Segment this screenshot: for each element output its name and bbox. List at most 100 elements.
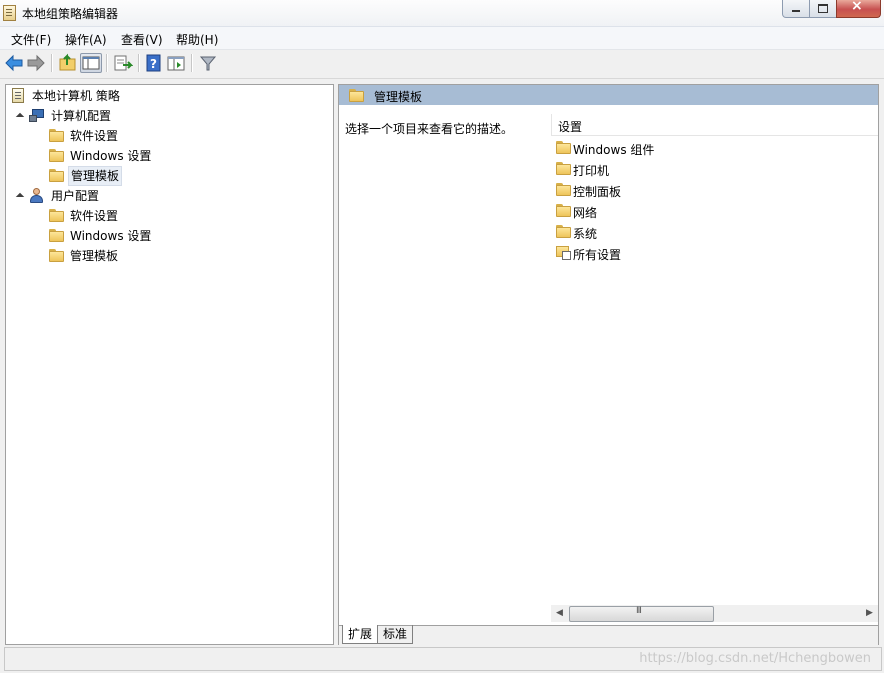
maximize-icon	[818, 4, 828, 13]
tab-standard[interactable]: 标准	[378, 625, 414, 644]
policy-document-icon	[12, 88, 24, 103]
properties-button[interactable]	[166, 53, 186, 73]
list-item-network[interactable]: 网络	[556, 201, 856, 221]
folder-icon	[49, 169, 64, 182]
folder-icon	[556, 183, 571, 196]
title-bar: 本地组策略编辑器 ×	[0, 0, 884, 27]
tree-label: 管理模板	[70, 249, 119, 263]
export-list-button[interactable]	[113, 53, 134, 73]
user-icon	[29, 188, 45, 203]
tree-label: 管理模板	[68, 166, 123, 186]
list-item-windows-components[interactable]: Windows 组件	[556, 138, 856, 158]
tree-label: 本地计算机 策略	[32, 89, 120, 103]
details-title: 管理模板	[374, 90, 423, 104]
help-button[interactable]: ?	[144, 53, 164, 73]
policy-editor-app-icon	[3, 5, 16, 21]
show-hide-tree-button[interactable]	[80, 53, 102, 73]
menu-action[interactable]: 操作(A)	[63, 31, 109, 48]
main-window: 本地组策略编辑器 × 文件(F) 操作(A) 查看(V) 帮助(H) ? 本地计…	[0, 0, 884, 673]
scrollbar-thumb[interactable]: III	[569, 606, 714, 622]
folder-icon	[556, 162, 571, 175]
close-icon: ×	[851, 0, 863, 14]
expand-arrow-icon[interactable]	[36, 152, 45, 162]
tree-label: 软件设置	[70, 129, 119, 143]
tree-label: 计算机配置	[51, 109, 112, 123]
toolbar: ?	[0, 50, 884, 79]
expand-arrow-icon[interactable]	[36, 132, 45, 142]
menu-help[interactable]: 帮助(H)	[174, 31, 220, 48]
help-icon: ?	[146, 54, 161, 72]
filter-button[interactable]	[198, 53, 218, 73]
scroll-right-arrow-icon[interactable]: ▶	[861, 605, 878, 622]
folder-icon	[49, 129, 64, 142]
close-button[interactable]: ×	[836, 0, 881, 18]
forward-button[interactable]	[26, 53, 46, 73]
svg-text:?: ?	[150, 57, 157, 71]
up-folder-icon	[59, 53, 76, 71]
computer-icon	[29, 108, 45, 122]
list-item-label: 控制面板	[573, 185, 622, 199]
settings-list[interactable]: 设置 Windows 组件 打印机 控制面板 网络 系统 所有设置	[551, 105, 878, 590]
expand-arrow-icon[interactable]	[36, 172, 45, 182]
tab-extended[interactable]: 扩展	[342, 625, 379, 644]
details-pane: 管理模板 选择一个项目来查看它的描述。 设置 Windows 组件 打印机 控制…	[338, 84, 879, 645]
column-divider	[551, 114, 552, 135]
expand-arrow-icon[interactable]	[36, 252, 45, 262]
column-header-settings[interactable]: 设置	[551, 114, 878, 136]
folder-icon	[49, 149, 64, 162]
expand-arrow-icon[interactable]	[36, 212, 45, 222]
show-hide-tree-icon	[82, 56, 100, 70]
toolbar-separator	[191, 54, 193, 72]
toolbar-separator	[138, 54, 140, 72]
tree-pane[interactable]: 本地计算机 策略 计算机配置 软件设置 Windows 设置 管理模板 用户配置	[5, 84, 334, 645]
scrollbar-grip-icon: III	[636, 606, 642, 616]
forward-arrow-icon	[27, 54, 45, 72]
list-item-printers[interactable]: 打印机	[556, 159, 856, 179]
watermark: https://blog.csdn.net/Hchengbowen	[639, 651, 871, 666]
description-text: 选择一个项目来查看它的描述。	[345, 122, 514, 136]
up-one-level-button[interactable]	[58, 53, 78, 73]
tree-label: Windows 设置	[70, 229, 152, 243]
folder-icon	[556, 204, 571, 217]
back-button[interactable]	[4, 53, 24, 73]
window-title: 本地组策略编辑器	[22, 7, 119, 21]
maximize-button[interactable]	[809, 0, 837, 18]
menu-file[interactable]: 文件(F)	[9, 31, 53, 48]
list-item-control-panel[interactable]: 控制面板	[556, 180, 856, 200]
tree-label: 用户配置	[51, 189, 100, 203]
minimize-icon	[792, 10, 800, 12]
export-list-icon	[114, 55, 134, 71]
tree-label: Windows 设置	[70, 149, 152, 163]
list-item-all-settings[interactable]: 所有设置	[556, 243, 856, 263]
folder-icon	[49, 209, 64, 222]
list-item-label: 打印机	[573, 164, 610, 178]
folder-icon	[556, 141, 571, 154]
folder-icon	[49, 229, 64, 242]
minimize-button[interactable]	[782, 0, 810, 18]
description-area: 选择一个项目来查看它的描述。	[339, 105, 551, 625]
expand-arrow-icon[interactable]	[36, 232, 45, 242]
all-settings-icon	[556, 246, 571, 260]
folder-icon	[556, 225, 571, 238]
collapse-arrow-icon[interactable]	[16, 112, 25, 121]
list-item-system[interactable]: 系统	[556, 222, 856, 242]
status-bar: https://blog.csdn.net/Hchengbowen	[4, 647, 882, 671]
view-tabs: 扩展 标准	[339, 625, 878, 645]
collapse-arrow-icon[interactable]	[16, 192, 25, 201]
folder-icon	[49, 249, 64, 262]
list-item-label: 网络	[573, 206, 598, 220]
menu-view[interactable]: 查看(V)	[119, 31, 165, 48]
horizontal-scrollbar[interactable]: ◀ III ▶	[551, 605, 878, 622]
menu-bar: 文件(F) 操作(A) 查看(V) 帮助(H)	[0, 27, 884, 50]
details-header: 管理模板	[339, 85, 878, 105]
list-item-label: Windows 组件	[573, 143, 655, 157]
back-arrow-icon	[5, 54, 23, 72]
column-header-label: 设置	[558, 120, 583, 134]
toolbar-separator	[51, 54, 53, 72]
properties-icon	[167, 56, 185, 71]
scroll-left-arrow-icon[interactable]: ◀	[551, 605, 568, 622]
tree-label: 软件设置	[70, 209, 119, 223]
filter-icon	[199, 56, 217, 71]
folder-icon	[349, 89, 364, 102]
toolbar-separator	[106, 54, 108, 72]
